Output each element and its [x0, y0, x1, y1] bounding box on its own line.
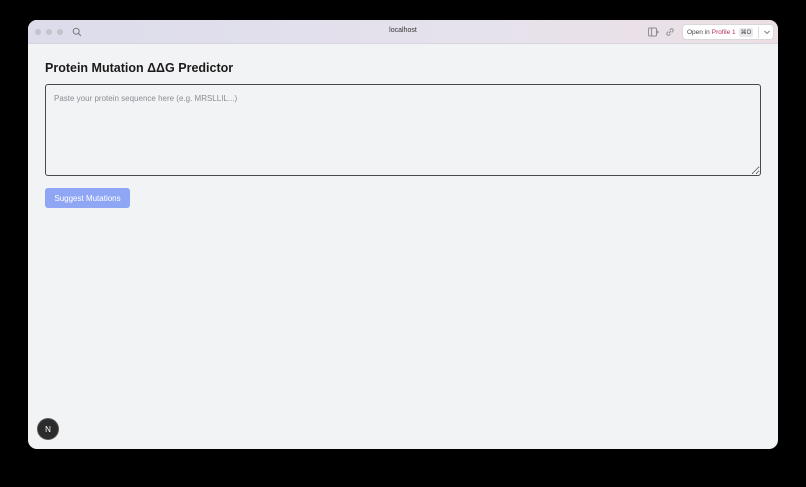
profile-name: Profile 1: [711, 28, 736, 36]
divider: [758, 27, 759, 38]
link-icon[interactable]: [665, 27, 675, 37]
protein-sequence-input[interactable]: [45, 84, 761, 176]
nextjs-dev-badge[interactable]: N: [38, 419, 58, 439]
page-title: Protein Mutation ΔΔG Predictor: [45, 61, 234, 75]
nextjs-logo-icon: N: [45, 424, 51, 434]
reader-icon[interactable]: [648, 27, 659, 37]
chevron-down-icon[interactable]: [763, 28, 771, 36]
open-in-label: Open in: [687, 28, 710, 36]
shortcut-hint: ⌘O: [738, 27, 754, 37]
browser-window: localhost Open in Profile 1 ⌘O Protein M…: [28, 20, 778, 449]
open-in-profile-button[interactable]: Open in Profile 1 ⌘O: [682, 24, 774, 40]
suggest-mutations-button[interactable]: Suggest Mutations: [45, 188, 130, 208]
browser-toolbar: localhost Open in Profile 1 ⌘O: [28, 20, 778, 44]
